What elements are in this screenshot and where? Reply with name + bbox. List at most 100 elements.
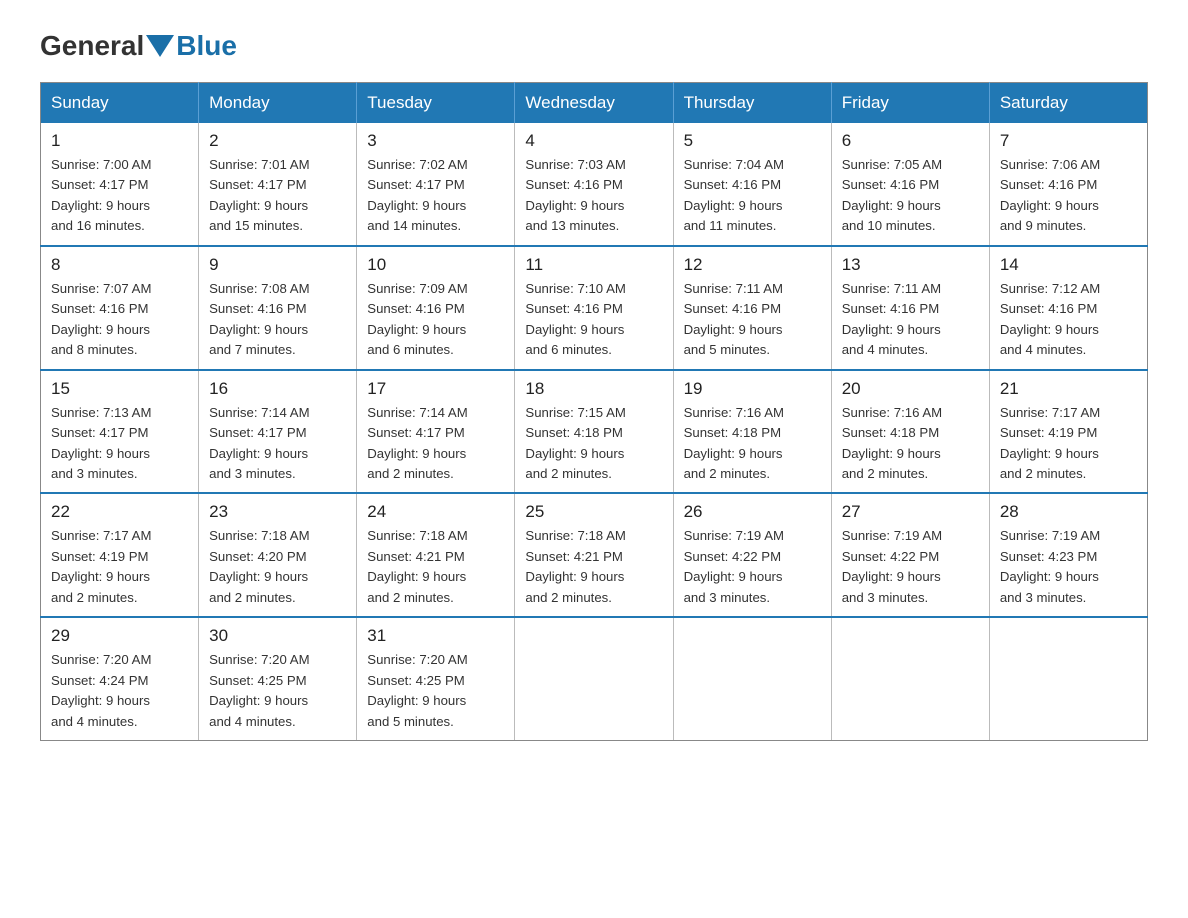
calendar-cell: 21 Sunrise: 7:17 AMSunset: 4:19 PMDayligh…: [989, 370, 1147, 494]
day-number: 7: [1000, 131, 1137, 151]
calendar-cell: 28 Sunrise: 7:19 AMSunset: 4:23 PMDayligh…: [989, 493, 1147, 617]
weekday-header-thursday: Thursday: [673, 83, 831, 124]
calendar-cell: [989, 617, 1147, 740]
calendar-cell: 5Sunrise: 7:04 AMSunset: 4:16 PMDaylight…: [673, 123, 831, 246]
calendar-cell: 7 Sunrise: 7:06 AMSunset: 4:16 PMDaylight…: [989, 123, 1147, 246]
day-number: 22: [51, 502, 188, 522]
day-info: Sunrise: 7:02 AMSunset: 4:17 PMDaylight:…: [367, 155, 504, 237]
day-number: 9: [209, 255, 346, 275]
day-number: 18: [525, 379, 662, 399]
day-number: 8: [51, 255, 188, 275]
calendar-cell: 13 Sunrise: 7:11 AMSunset: 4:16 PMDayligh…: [831, 246, 989, 370]
day-number: 16: [209, 379, 346, 399]
calendar-week-row: 1 Sunrise: 7:00 AMSunset: 4:17 PMDaylight…: [41, 123, 1148, 246]
calendar-cell: 8 Sunrise: 7:07 AMSunset: 4:16 PMDaylight…: [41, 246, 199, 370]
calendar-cell: 23 Sunrise: 7:18 AMSunset: 4:20 PMDayligh…: [199, 493, 357, 617]
calendar-cell: 11 Sunrise: 7:10 AMSunset: 4:16 PMDayligh…: [515, 246, 673, 370]
calendar-week-row: 29Sunrise: 7:20 AMSunset: 4:24 PMDayligh…: [41, 617, 1148, 740]
day-number: 13: [842, 255, 979, 275]
day-number: 14: [1000, 255, 1137, 275]
logo-general-text: General: [40, 30, 144, 62]
day-info: Sunrise: 7:18 AMSunset: 4:21 PMDaylight:…: [367, 526, 504, 608]
day-info: Sunrise: 7:08 AMSunset: 4:16 PMDaylight:…: [209, 279, 346, 361]
calendar-table: SundayMondayTuesdayWednesdayThursdayFrid…: [40, 82, 1148, 741]
logo-triangle-icon: [146, 35, 174, 57]
day-info: Sunrise: 7:14 AMSunset: 4:17 PMDaylight:…: [209, 403, 346, 485]
calendar-cell: 15Sunrise: 7:13 AMSunset: 4:17 PMDayligh…: [41, 370, 199, 494]
calendar-cell: 29Sunrise: 7:20 AMSunset: 4:24 PMDayligh…: [41, 617, 199, 740]
day-number: 4: [525, 131, 662, 151]
calendar-cell: [831, 617, 989, 740]
calendar-cell: 17 Sunrise: 7:14 AMSunset: 4:17 PMDayligh…: [357, 370, 515, 494]
day-info: Sunrise: 7:00 AMSunset: 4:17 PMDaylight:…: [51, 155, 188, 237]
day-info: Sunrise: 7:07 AMSunset: 4:16 PMDaylight:…: [51, 279, 188, 361]
calendar-cell: 14Sunrise: 7:12 AMSunset: 4:16 PMDayligh…: [989, 246, 1147, 370]
calendar-cell: 1 Sunrise: 7:00 AMSunset: 4:17 PMDaylight…: [41, 123, 199, 246]
day-info: Sunrise: 7:17 AMSunset: 4:19 PMDaylight:…: [51, 526, 188, 608]
calendar-cell: 6 Sunrise: 7:05 AMSunset: 4:16 PMDaylight…: [831, 123, 989, 246]
day-number: 30: [209, 626, 346, 646]
day-info: Sunrise: 7:20 AMSunset: 4:25 PMDaylight:…: [209, 650, 346, 732]
calendar-cell: 25 Sunrise: 7:18 AMSunset: 4:21 PMDayligh…: [515, 493, 673, 617]
day-info: Sunrise: 7:01 AMSunset: 4:17 PMDaylight:…: [209, 155, 346, 237]
weekday-header-monday: Monday: [199, 83, 357, 124]
day-number: 10: [367, 255, 504, 275]
calendar-week-row: 22 Sunrise: 7:17 AMSunset: 4:19 PMDayligh…: [41, 493, 1148, 617]
logo: General Blue: [40, 30, 237, 62]
day-info: Sunrise: 7:20 AMSunset: 4:25 PMDaylight:…: [367, 650, 504, 732]
calendar-cell: 16 Sunrise: 7:14 AMSunset: 4:17 PMDayligh…: [199, 370, 357, 494]
day-number: 27: [842, 502, 979, 522]
calendar-cell: 19Sunrise: 7:16 AMSunset: 4:18 PMDayligh…: [673, 370, 831, 494]
day-number: 25: [525, 502, 662, 522]
day-number: 23: [209, 502, 346, 522]
day-info: Sunrise: 7:17 AMSunset: 4:19 PMDaylight:…: [1000, 403, 1137, 485]
calendar-cell: 31 Sunrise: 7:20 AMSunset: 4:25 PMDayligh…: [357, 617, 515, 740]
day-info: Sunrise: 7:03 AMSunset: 4:16 PMDaylight:…: [525, 155, 662, 237]
day-number: 31: [367, 626, 504, 646]
day-info: Sunrise: 7:15 AMSunset: 4:18 PMDaylight:…: [525, 403, 662, 485]
calendar-week-row: 15Sunrise: 7:13 AMSunset: 4:17 PMDayligh…: [41, 370, 1148, 494]
calendar-cell: 26 Sunrise: 7:19 AMSunset: 4:22 PMDayligh…: [673, 493, 831, 617]
weekday-header-tuesday: Tuesday: [357, 83, 515, 124]
calendar-cell: 22 Sunrise: 7:17 AMSunset: 4:19 PMDayligh…: [41, 493, 199, 617]
day-info: Sunrise: 7:13 AMSunset: 4:17 PMDaylight:…: [51, 403, 188, 485]
day-info: Sunrise: 7:19 AMSunset: 4:22 PMDaylight:…: [684, 526, 821, 608]
day-number: 11: [525, 255, 662, 275]
day-info: Sunrise: 7:18 AMSunset: 4:21 PMDaylight:…: [525, 526, 662, 608]
weekday-header-row: SundayMondayTuesdayWednesdayThursdayFrid…: [41, 83, 1148, 124]
day-number: 26: [684, 502, 821, 522]
day-number: 21: [1000, 379, 1137, 399]
day-info: Sunrise: 7:16 AMSunset: 4:18 PMDaylight:…: [842, 403, 979, 485]
day-info: Sunrise: 7:18 AMSunset: 4:20 PMDaylight:…: [209, 526, 346, 608]
day-number: 20: [842, 379, 979, 399]
day-number: 12: [684, 255, 821, 275]
calendar-cell: [515, 617, 673, 740]
day-info: Sunrise: 7:20 AMSunset: 4:24 PMDaylight:…: [51, 650, 188, 732]
day-info: Sunrise: 7:10 AMSunset: 4:16 PMDaylight:…: [525, 279, 662, 361]
day-info: Sunrise: 7:19 AMSunset: 4:23 PMDaylight:…: [1000, 526, 1137, 608]
weekday-header-sunday: Sunday: [41, 83, 199, 124]
day-info: Sunrise: 7:06 AMSunset: 4:16 PMDaylight:…: [1000, 155, 1137, 237]
calendar-cell: 18 Sunrise: 7:15 AMSunset: 4:18 PMDayligh…: [515, 370, 673, 494]
day-number: 28: [1000, 502, 1137, 522]
calendar-cell: 24Sunrise: 7:18 AMSunset: 4:21 PMDayligh…: [357, 493, 515, 617]
day-number: 6: [842, 131, 979, 151]
page-header: General Blue: [40, 30, 1148, 62]
calendar-cell: 9 Sunrise: 7:08 AMSunset: 4:16 PMDaylight…: [199, 246, 357, 370]
day-info: Sunrise: 7:11 AMSunset: 4:16 PMDaylight:…: [842, 279, 979, 361]
day-info: Sunrise: 7:05 AMSunset: 4:16 PMDaylight:…: [842, 155, 979, 237]
logo-blue-text: Blue: [176, 30, 237, 62]
weekday-header-friday: Friday: [831, 83, 989, 124]
calendar-cell: [673, 617, 831, 740]
day-number: 5: [684, 131, 821, 151]
day-info: Sunrise: 7:11 AMSunset: 4:16 PMDaylight:…: [684, 279, 821, 361]
calendar-cell: 27Sunrise: 7:19 AMSunset: 4:22 PMDayligh…: [831, 493, 989, 617]
day-number: 1: [51, 131, 188, 151]
day-number: 2: [209, 131, 346, 151]
day-number: 19: [684, 379, 821, 399]
calendar-cell: 20 Sunrise: 7:16 AMSunset: 4:18 PMDayligh…: [831, 370, 989, 494]
calendar-cell: 10 Sunrise: 7:09 AMSunset: 4:16 PMDayligh…: [357, 246, 515, 370]
day-number: 17: [367, 379, 504, 399]
day-info: Sunrise: 7:09 AMSunset: 4:16 PMDaylight:…: [367, 279, 504, 361]
day-info: Sunrise: 7:14 AMSunset: 4:17 PMDaylight:…: [367, 403, 504, 485]
